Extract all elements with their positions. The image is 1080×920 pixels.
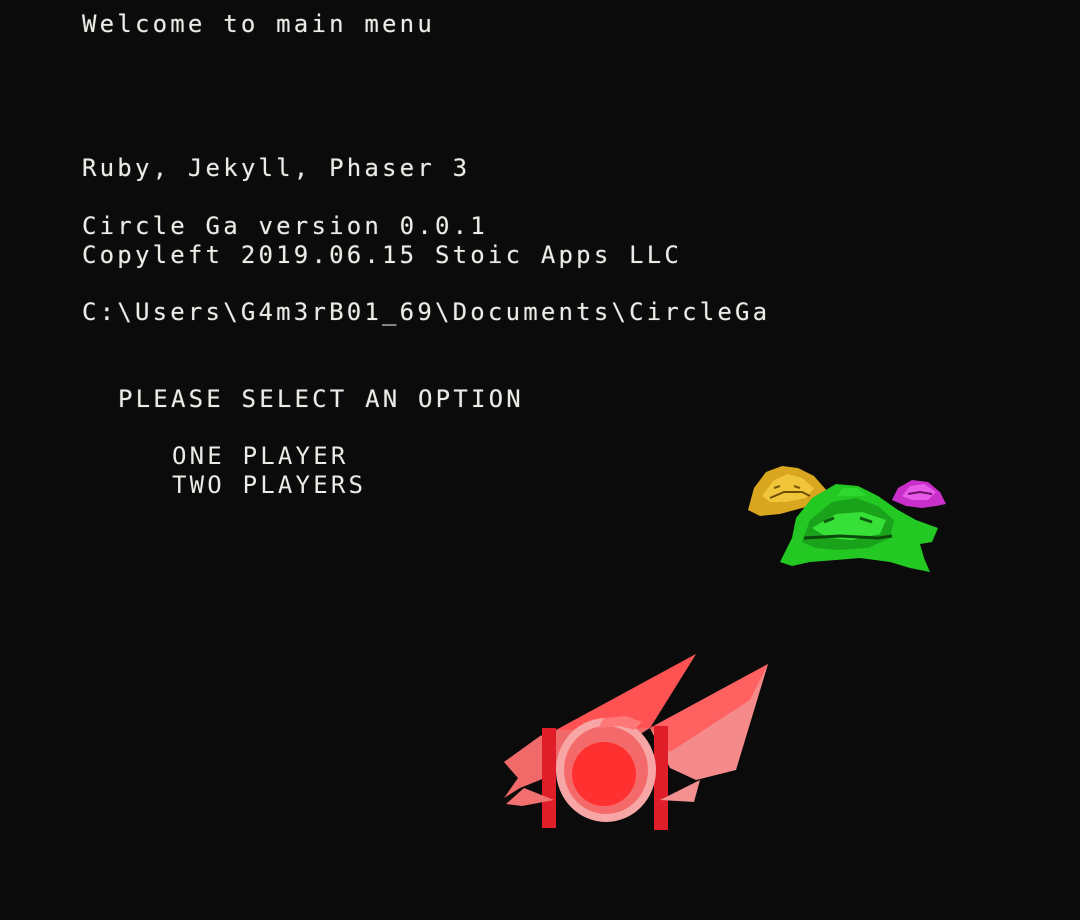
magenta-alien-sprite: [892, 480, 946, 508]
copyright-text: Copyleft 2019.06.15 Stoic Apps LLC: [82, 241, 683, 269]
version-text: Circle Ga version 0.0.1: [82, 212, 488, 240]
two-players-option[interactable]: TWO PLAYERS: [172, 473, 366, 497]
red-fighter-ship: [504, 654, 768, 830]
enemy-aliens-sprite: [748, 466, 946, 572]
install-path-text: C:\Users\G4m3rB01_69\Documents\CircleGa: [82, 298, 771, 326]
one-player-option[interactable]: ONE PLAYER: [172, 444, 349, 468]
player-ship-sprite: [504, 654, 768, 830]
select-option-prompt: PLEASE SELECT AN OPTION: [118, 385, 524, 413]
welcome-text: Welcome to main menu: [82, 10, 435, 38]
tech-stack-text: Ruby, Jekyll, Phaser 3: [82, 154, 471, 182]
